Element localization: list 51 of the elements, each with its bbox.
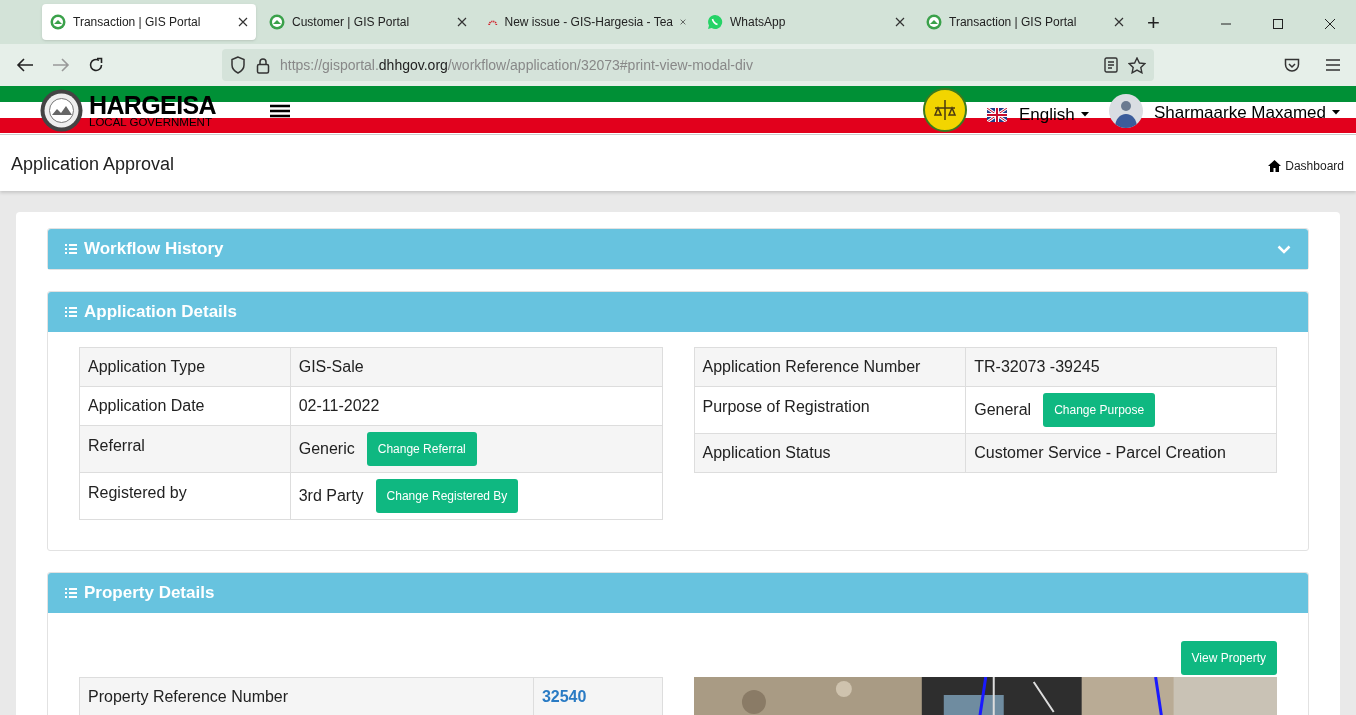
field-value: 02-11-2022 (298, 396, 380, 416)
close-icon[interactable] (457, 17, 467, 27)
user-dropdown[interactable]: Sharmaarke Maxamed (1154, 100, 1340, 126)
table-cell: Application Date (79, 386, 291, 426)
page-title: Application Approval (11, 153, 175, 176)
user-avatar[interactable] (1109, 94, 1143, 128)
browser-tab[interactable]: Customer | GIS Portal (261, 4, 475, 40)
browser-tab[interactable]: WhatsApp (699, 4, 913, 40)
table-cell: Application Reference Number (694, 347, 966, 387)
list-icon (65, 588, 77, 598)
star-icon[interactable] (1128, 56, 1146, 74)
table-cell: Property Reference Number (79, 677, 534, 715)
reload-icon[interactable] (88, 57, 104, 73)
new-tab-button[interactable]: + (1147, 12, 1160, 34)
table-cell: Application Status (694, 433, 966, 473)
brand-subtitle: LOCAL GOVERNMENT (89, 116, 213, 129)
lock-icon (256, 56, 270, 74)
close-icon[interactable] (895, 17, 905, 27)
field-value: Customer Service - Parcel Creation (974, 443, 1226, 463)
field-value: GIS-Sale (298, 357, 364, 377)
caret-icon[interactable] (1331, 110, 1340, 116)
field-value: General (974, 400, 1032, 420)
address-bar[interactable]: https://gisportal.dhhgov.org/workflow/application/32073#print-view-modal-div (222, 49, 1154, 81)
chat-icon (707, 14, 723, 30)
close-icon[interactable] (1114, 17, 1124, 27)
caret-icon[interactable] (1080, 112, 1089, 118)
reader-icon[interactable] (1104, 57, 1118, 73)
table-cell: Application Type (79, 347, 291, 387)
table-cell: Referral (79, 425, 291, 473)
shield-icon[interactable] (230, 56, 246, 74)
table-cell: Registered by (79, 472, 291, 520)
field-value: TR-32073 -39245 (974, 357, 1100, 377)
browser-tab[interactable]: New issue - GIS-Hargesia - Tea (480, 4, 694, 40)
browser-tab[interactable]: Transaction | GIS Portal (918, 4, 1132, 40)
home-icon (1268, 160, 1282, 172)
list-icon (65, 307, 77, 317)
pocket-icon[interactable] (1284, 57, 1300, 73)
close-icon[interactable] (1324, 18, 1336, 30)
close-icon[interactable] (238, 17, 248, 27)
field-value: 3rd Party (298, 486, 364, 506)
menu-icon[interactable] (270, 104, 290, 118)
list-icon (65, 244, 77, 254)
breadcrumb-link[interactable]: Dashboard (1285, 157, 1344, 175)
table-cell: Purpose of Registration (694, 386, 966, 434)
maximize-icon[interactable] (1272, 18, 1284, 30)
uk-flag-icon (987, 107, 1007, 122)
seal-icon (40, 89, 83, 132)
emblem-icon (923, 88, 967, 132)
field-value: Generic (298, 439, 355, 459)
browser-tab[interactable]: Transaction | GIS Portal (42, 4, 256, 40)
back-icon[interactable] (16, 58, 34, 72)
